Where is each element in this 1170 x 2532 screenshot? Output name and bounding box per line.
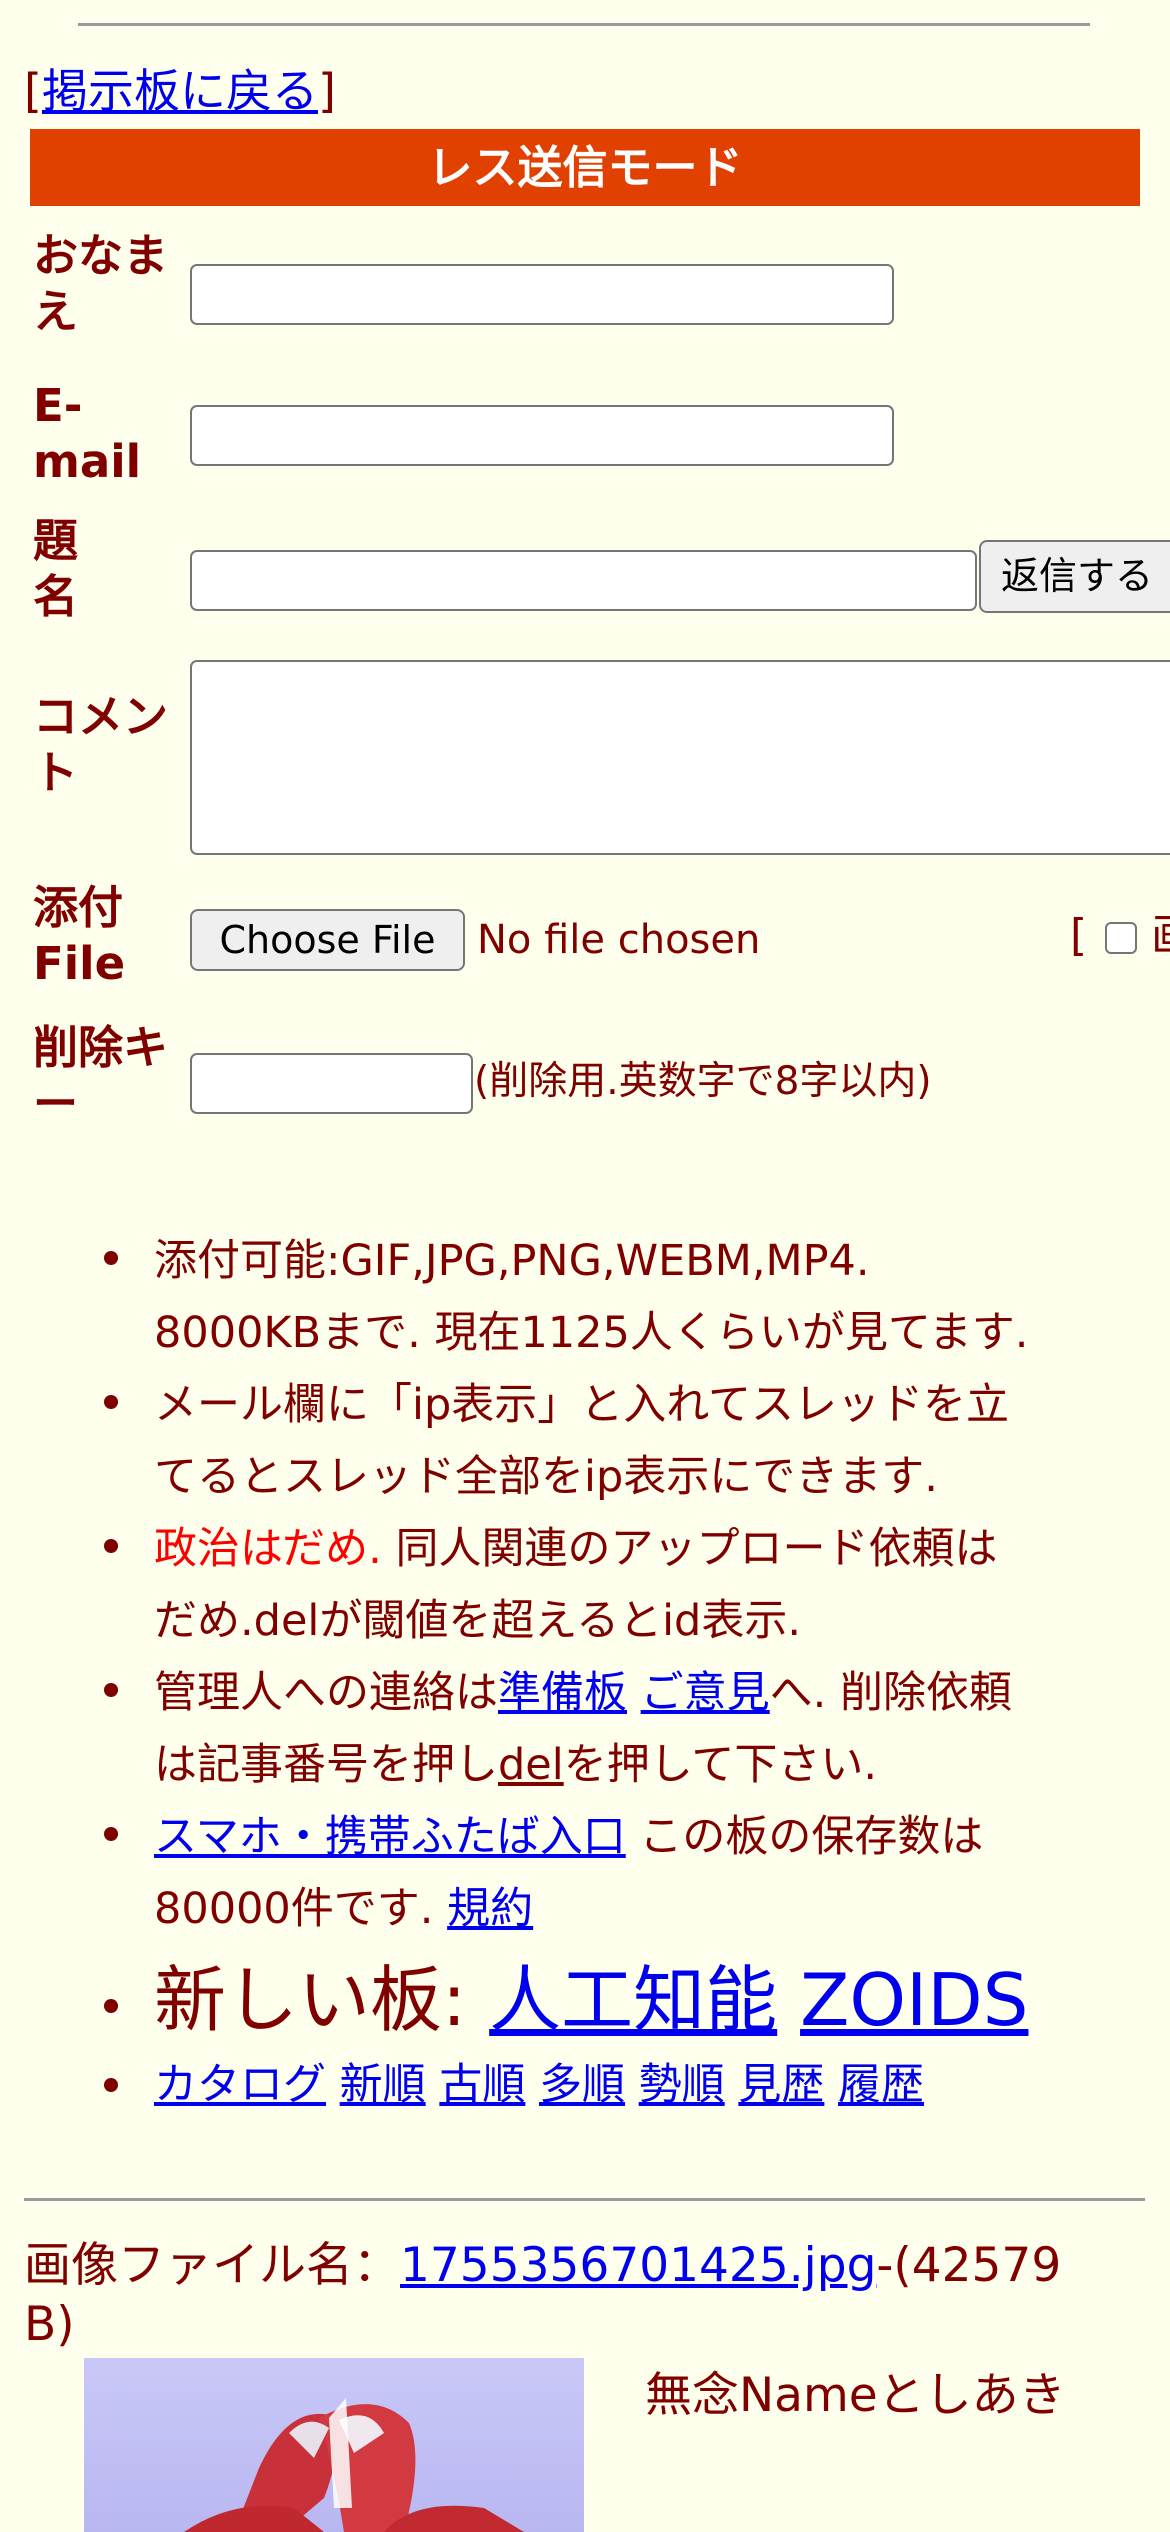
thumbnail-figure [184,2398,524,2532]
mobile-entrance-link[interactable]: スマホ・携帯ふたば入口 [154,1812,626,1862]
post-file-info: 画像ファイル名：1755356701425.jpg-(42579 B) [24,2236,1144,2354]
reply-mode-banner: レス送信モード [30,129,1140,206]
info-text: 新しい板: [154,1958,490,2042]
comment-textarea[interactable] [190,660,1170,855]
file-label: 添付File [33,881,126,990]
file-info-label: 画像ファイル名： [24,2238,400,2293]
subject-label: 題名 [33,514,79,623]
info-text: 同人関連のアップロード依頼は [381,1524,998,1574]
image-option: [ 画 [1070,908,1170,964]
bullet [104,1251,118,1265]
info-item-mobile: スマホ・携帯ふたば入口 この板の保存数は 80000件です. 規約 [154,1801,983,1945]
info-text: 添付可能:GIF,JPG,PNG,WEBM,MP4. [154,1236,870,1286]
post-image-thumbnail[interactable] [84,2358,584,2532]
image-option-checkbox[interactable] [1105,922,1138,954]
bullet [104,1539,118,1553]
email-input[interactable] [190,405,894,466]
info-text: 80000件です. [154,1884,448,1934]
section-divider [24,2198,1145,2201]
politics-warning: 政治はだめ. [154,1524,382,1574]
bullet [104,2078,118,2092]
info-item-rules: 政治はだめ. 同人関連のアップロード依頼は だめ.delが閾値を超えるとid表示… [154,1513,997,1657]
info-text: 8000KBまで. 現在1125人くらいが見てます. [154,1308,1029,1358]
info-item-attach: 添付可能:GIF,JPG,PNG,WEBM,MP4. 8000KBまで. 現在1… [154,1225,1028,1369]
name-label: おなまえ [33,229,169,338]
sort-new-link[interactable]: 新順 [340,2060,426,2110]
del-link[interactable]: del [498,1740,564,1790]
info-text: この板の保存数は [625,1812,984,1862]
info-text: は記事番号を押し [154,1740,498,1790]
bracket-close: ] [317,64,336,118]
reply-submit-button[interactable]: 返信する [979,540,1170,613]
info-item-ip: メール欄に「ip表示」と入れてスレッドを立 てるとスレッド全部をip表示にできま… [154,1369,1009,1513]
image-option-bracket: [ [1070,910,1088,961]
info-text: 管理人への連絡は [154,1668,498,1718]
poster-name: 無念Nameとしあき [645,2368,1066,2423]
delete-key-note: (削除用.英数字で8字以内) [474,1059,932,1104]
feedback-link[interactable]: ご意見 [641,1668,770,1718]
delete-key-label: 削除キー [33,1021,169,1130]
view-history-link[interactable]: 見歴 [738,2060,824,2110]
bullet [104,1827,118,1841]
info-item-contact: 管理人への連絡は準備板 ご意見へ. 削除依頼 は記事番号を押しdelを押して下さ… [154,1657,1012,1801]
bullet [104,1395,118,1409]
file-size-unit: B) [24,2297,75,2352]
no-file-chosen-text: No file chosen [477,917,761,963]
info-text: メール欄に「ip表示」と入れてスレッドを立 [154,1380,1009,1430]
info-space [627,1668,641,1718]
bullet [104,1683,118,1697]
bracket-open: [ [24,64,42,118]
sort-momentum-link[interactable]: 勢順 [639,2060,725,2110]
file-size: -(42579 [876,2238,1062,2293]
name-input[interactable] [190,264,894,325]
info-item-new-boards: 新しい板: 人工知能 ZOIDS [154,1953,1028,2047]
back-nav: [掲示板に戻る] [24,58,336,124]
image-option-label: 画 [1151,910,1170,961]
comment-label: コメント [33,690,169,799]
info-text: を押して下さい. [563,1740,878,1790]
delete-key-input[interactable] [190,1053,473,1114]
choose-file-button[interactable]: Choose File [190,909,465,971]
info-text: へ. 削除依頼 [769,1668,1013,1718]
bullet [104,1999,118,2013]
history-link[interactable]: 履歴 [838,2060,924,2110]
info-text: だめ.delが閾値を超えるとid表示. [154,1596,801,1646]
top-divider [78,23,1090,26]
prep-board-link[interactable]: 準備板 [498,1668,627,1718]
info-text: てるとスレッド全部をip表示にできます. [154,1452,938,1502]
email-label: E-mail [33,379,142,488]
sort-old-link[interactable]: 古順 [439,2060,525,2110]
zoids-board-link[interactable]: ZOIDS [800,1958,1028,2042]
catalog-link[interactable]: カタログ [154,2060,326,2110]
image-file-link[interactable]: 1755356701425.jpg [400,2238,876,2293]
catalog-links: カタログ 新順 古順 多順 勢順 見歴 履歴 [154,2049,924,2121]
subject-input[interactable] [190,550,977,611]
terms-link[interactable]: 規約 [447,1884,533,1934]
back-to-board-link[interactable]: 掲示板に戻る [42,64,318,118]
ai-board-link[interactable]: 人工知能 [489,1958,777,2042]
sort-replies-link[interactable]: 多順 [539,2060,625,2110]
